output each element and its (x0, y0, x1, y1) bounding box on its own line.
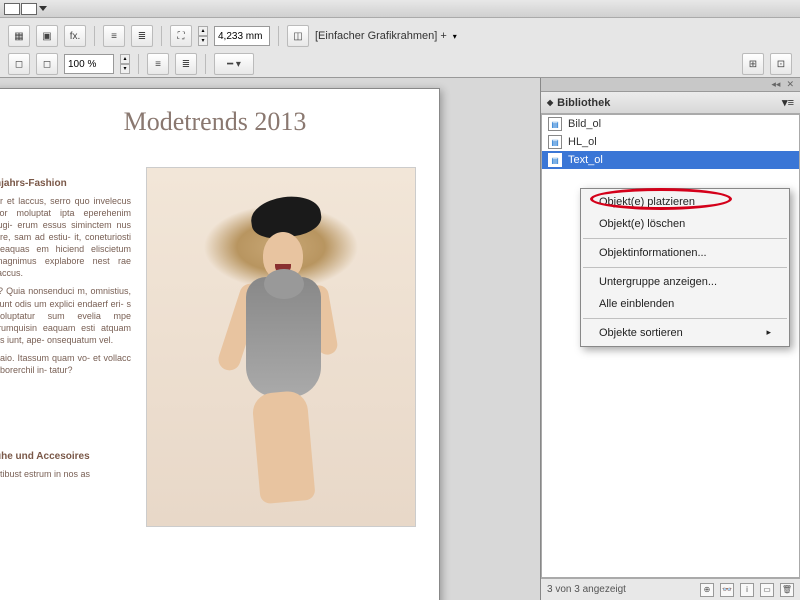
body-text: er et laccus, serro quo invelecus cor mo… (0, 195, 131, 280)
library-item[interactable]: ▤ HL_ol (542, 133, 799, 151)
tool-align-icon[interactable]: ≡ (147, 53, 169, 75)
stepper-icon[interactable]: ▴▾ (198, 26, 208, 46)
view-tab-icon[interactable] (4, 3, 20, 15)
tool-wrap-icon[interactable]: ≣ (131, 25, 153, 47)
tool-square-icon[interactable]: ◻ (8, 53, 30, 75)
context-menu: Objekt(e) platzieren Objekt(e) löschen O… (580, 188, 790, 347)
panel-footer: 3 von 3 angezeigt ⊕ 👓 i ▭ 🗑 (541, 578, 800, 600)
item-icon: ▤ (548, 153, 562, 167)
expand-icon: ◆ (547, 98, 553, 107)
dropdown-icon[interactable] (39, 6, 47, 11)
ctx-delete-objects[interactable]: Objekt(e) löschen (581, 213, 789, 235)
footer-icon[interactable]: 👓 (720, 583, 734, 597)
collapse-icon[interactable]: ◂◂ (771, 79, 780, 90)
ctx-place-objects[interactable]: Objekt(e) platzieren (581, 191, 789, 213)
tool-fit-icon[interactable]: ▣ (36, 25, 58, 47)
tool-fx-icon[interactable]: fx. (64, 25, 86, 47)
footer-icon[interactable]: i (740, 583, 754, 597)
panel-title: Bibliothek (557, 97, 610, 109)
panel-tab-bar: ◂◂ ✕ (541, 78, 800, 92)
ctx-sort-objects[interactable]: Objekte sortieren (581, 322, 789, 344)
separator (583, 238, 787, 239)
item-label: Text_ol (568, 154, 603, 166)
body-text: ptibust estrum in nos as (0, 468, 131, 480)
ctx-object-info[interactable]: Objektinformationen... (581, 242, 789, 264)
library-item[interactable]: ▤ Bild_ol (542, 115, 799, 133)
body-text: naio. Itassum quam vo- et vollacc aborer… (0, 352, 131, 376)
trash-icon[interactable]: 🗑 (780, 583, 794, 597)
tool-misc-icon[interactable]: ⊞ (742, 53, 764, 75)
item-label: HL_ol (568, 136, 597, 148)
item-label: Bild_ol (568, 118, 601, 130)
tool-align-icon[interactable]: ≡ (103, 25, 125, 47)
document-canvas[interactable]: Modetrends 2013 hjahrs-Fashion er et lac… (0, 78, 540, 600)
library-item-selected[interactable]: ▤ Text_ol (542, 151, 799, 169)
image-frame (146, 167, 416, 527)
item-icon: ▤ (548, 117, 562, 131)
text-column: hjahrs-Fashion er et laccus, serro quo i… (0, 169, 131, 486)
tool-square-icon[interactable]: ◻ (36, 53, 58, 75)
footer-status: 3 von 3 angezeigt (547, 584, 626, 595)
ctx-show-subgroup[interactable]: Untergruppe anzeigen... (581, 271, 789, 293)
tool-crop-icon[interactable]: ⛶ (170, 25, 192, 47)
size-input[interactable] (214, 26, 270, 46)
tool-content-icon[interactable]: ▦ (8, 25, 30, 47)
ctx-show-all[interactable]: Alle einblenden (581, 293, 789, 315)
subheading: uhe und Accesoires (0, 450, 131, 464)
tool-align-icon[interactable]: ≣ (175, 53, 197, 75)
separator (583, 318, 787, 319)
page-title: Modetrends 2013 (0, 107, 439, 137)
panel-header[interactable]: ◆ Bibliothek ▾≡ (541, 92, 800, 114)
style-menu-label[interactable]: [Einfacher Grafikrahmen] + (315, 30, 447, 42)
tool-line-icon[interactable]: ━ ▾ (214, 53, 254, 75)
chevron-down-icon[interactable]: ▾ (453, 32, 457, 41)
panel-menu-icon[interactable]: ▾≡ (782, 96, 794, 109)
page: Modetrends 2013 hjahrs-Fashion er et lac… (0, 88, 440, 600)
body-text: r? Quia nonsenduci m, omnistius, sunt od… (0, 285, 131, 346)
footer-icon[interactable]: ▭ (760, 583, 774, 597)
item-icon: ▤ (548, 135, 562, 149)
stepper-icon[interactable]: ▴▾ (120, 54, 130, 74)
separator (583, 267, 787, 268)
zoom-input[interactable] (64, 54, 114, 74)
subheading: hjahrs-Fashion (0, 177, 131, 191)
view-tab-icon[interactable] (21, 3, 37, 15)
close-icon[interactable]: ✕ (786, 79, 794, 90)
tool-misc-icon[interactable]: ⊡ (770, 53, 792, 75)
window-tab-bar (0, 0, 800, 18)
tool-style-icon[interactable]: ◫ (287, 25, 309, 47)
footer-icon[interactable]: ⊕ (700, 583, 714, 597)
toolbar: ▦ ▣ fx. ≡ ≣ ⛶ ▴▾ ◫ [Einfacher Grafikrahm… (0, 18, 800, 78)
model-photo-placeholder (201, 177, 361, 517)
